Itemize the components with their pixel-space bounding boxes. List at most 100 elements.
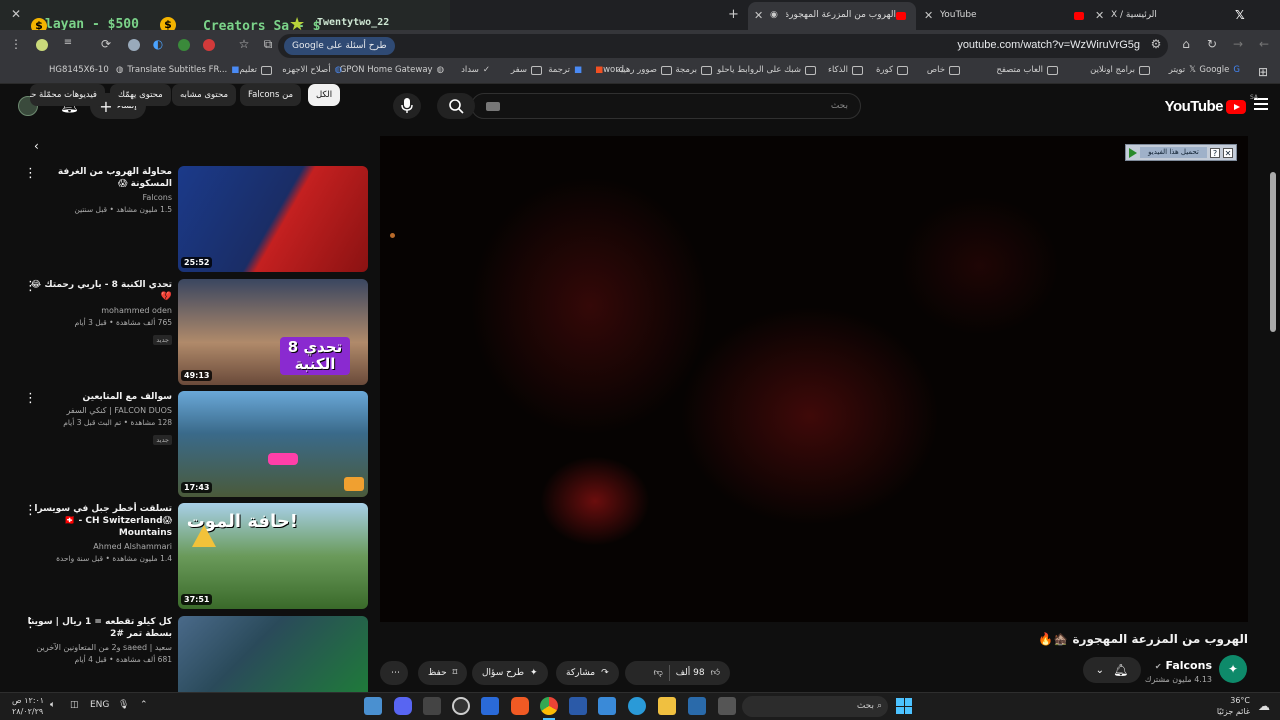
page-scrollbar[interactable] bbox=[1270, 172, 1276, 332]
clock[interactable]: ١٢:٠١ ص ٢٨/٠٢/٢٩ bbox=[12, 695, 44, 717]
dislike-icon[interactable]: 👎︎ bbox=[654, 668, 663, 678]
taskbar-search[interactable]: بحث ⌕ bbox=[742, 696, 888, 717]
bookmark-item[interactable]: سداد ✓ bbox=[461, 65, 490, 75]
more-vert-icon[interactable]: ⋮ bbox=[24, 280, 37, 293]
chip-for-you[interactable]: محتوى يهمّك bbox=[110, 84, 171, 106]
bookmark-item[interactable]: الذكاء bbox=[828, 65, 863, 75]
share-button[interactable]: ↷ مشاركة bbox=[556, 661, 619, 685]
chip-uploaded[interactable]: فيديوهات محمّلة حد bbox=[30, 84, 105, 106]
reload-icon[interactable]: ↻ bbox=[1204, 37, 1220, 51]
close-icon[interactable]: ✕ bbox=[754, 9, 763, 22]
chip-from-falcons[interactable]: من Falcons bbox=[240, 84, 302, 106]
ask-button[interactable]: ✦ طرح سؤال bbox=[472, 661, 548, 685]
bookmark-item[interactable]: GPON Home Gateway ◍ bbox=[340, 65, 444, 75]
chip-all[interactable]: الكل bbox=[308, 84, 341, 106]
like-icon[interactable]: 👍︎ bbox=[711, 668, 720, 678]
chevron-up-icon[interactable]: ⌃ bbox=[140, 700, 148, 710]
video-thumbnail[interactable] bbox=[178, 616, 368, 692]
new-tab-icon[interactable]: + bbox=[728, 7, 739, 22]
app-icon[interactable] bbox=[718, 697, 736, 715]
subscribed-button[interactable]: ⌄ 🔔︎ bbox=[1083, 657, 1141, 683]
forward-icon[interactable]: → bbox=[1230, 37, 1246, 51]
app-icon[interactable] bbox=[688, 697, 706, 715]
bookmark-item[interactable]: تعليم bbox=[239, 65, 272, 75]
video-channel[interactable]: Falcons bbox=[22, 193, 172, 202]
video-channel[interactable]: Ahmed Alshammari bbox=[22, 542, 172, 551]
voice-search-button[interactable] bbox=[393, 93, 421, 119]
bookmark-item[interactable]: ■ word bbox=[591, 65, 624, 75]
chip-similar[interactable]: محتوى مشابه bbox=[172, 84, 236, 106]
apps-icon[interactable]: ⊞ bbox=[1258, 65, 1268, 79]
extension-icon[interactable]: ⟳ bbox=[98, 37, 114, 51]
more-vert-icon[interactable]: ⋮ bbox=[24, 392, 37, 405]
url-text[interactable]: youtube.com/watch?v=WzWiruVrG5g bbox=[957, 39, 1140, 51]
video-title[interactable]: تسلقت أخطر جبل في سويسرا 😱🇨🇭 - CH Switze… bbox=[22, 503, 172, 539]
obs-icon[interactable] bbox=[452, 697, 470, 715]
bookmark-item[interactable]: شبك على الروابط ياحلو bbox=[717, 65, 816, 75]
store-icon[interactable] bbox=[598, 697, 616, 715]
bookmark-item[interactable]: HG8145X6-10 bbox=[49, 65, 109, 75]
mic-icon[interactable]: 🎙︎ bbox=[118, 700, 129, 710]
list-item[interactable]: حافة الموت! 37:51 تسلقت أخطر جبل في سويس… bbox=[0, 503, 370, 611]
outlook-icon[interactable] bbox=[481, 697, 499, 715]
close-overlay-icon[interactable]: ✕ bbox=[8, 7, 24, 21]
list-item[interactable]: تحدي 8 الكنبة 49:13 تحدي الكنبة 8 - يارب… bbox=[0, 279, 370, 387]
menu-dots-icon[interactable]: ⋮ bbox=[8, 37, 24, 51]
video-title[interactable]: محاولة الهروب من الغرفة المسكونة 😱 bbox=[22, 166, 172, 190]
start-button[interactable] bbox=[896, 698, 912, 714]
more-vert-icon[interactable]: ⋮ bbox=[24, 617, 37, 630]
bookmark-item[interactable]: أصلاح الاجهزه ◍ bbox=[282, 65, 342, 75]
video-thumbnail[interactable]: حافة الموت! 37:51 bbox=[178, 503, 368, 609]
bookmark-item[interactable]: صوور رهيبه bbox=[616, 65, 672, 75]
video-channel[interactable]: mohammed oden bbox=[22, 306, 172, 315]
bookmark-item[interactable]: تويتر 𝕏 bbox=[1169, 65, 1196, 75]
video-thumbnail[interactable]: 17:43 bbox=[178, 391, 368, 497]
google-ask-chip[interactable]: طرح أسئلة على Google bbox=[284, 37, 395, 55]
discord-icon[interactable] bbox=[394, 697, 412, 715]
word-icon[interactable] bbox=[569, 697, 587, 715]
youtube-logo[interactable]: YouTube SA bbox=[1165, 94, 1258, 115]
bookmark-item[interactable]: سفر bbox=[511, 65, 542, 75]
video-title[interactable]: تحدي الكنبة 8 - ياربي رحمتك 😂💔 bbox=[22, 279, 172, 303]
bookmark-star-icon[interactable]: ☆ bbox=[236, 37, 252, 51]
close-icon[interactable]: ✕ bbox=[924, 9, 933, 22]
site-settings-icon[interactable]: ⚙ bbox=[1148, 37, 1164, 51]
bookmark-item[interactable]: خاص bbox=[927, 65, 960, 75]
more-actions-button[interactable]: ⋯ bbox=[380, 661, 408, 685]
search-button[interactable] bbox=[437, 93, 475, 119]
xbox-icon[interactable] bbox=[423, 697, 441, 715]
close-icon[interactable]: ✕ bbox=[1095, 9, 1104, 22]
tab-youtube[interactable]: ✕ YouTube bbox=[918, 4, 1084, 28]
audio-icon[interactable]: ◉ bbox=[770, 10, 778, 20]
extension-icon[interactable]: ◐ bbox=[150, 37, 166, 51]
list-item[interactable]: 25:52 محاولة الهروب من الغرفة المسكونة 😱… bbox=[0, 166, 370, 274]
bookmark-item[interactable]: ◍ Translate Subtitles FR... ■ bbox=[116, 65, 239, 75]
bookmark-item[interactable]: ترجمة ■ bbox=[548, 65, 582, 75]
tab-x-home[interactable]: ✕ الرئيسية / X 𝕏 bbox=[1085, 4, 1257, 28]
help-icon[interactable]: ? bbox=[1210, 147, 1220, 158]
chevron-left-icon[interactable]: ‹ bbox=[34, 139, 39, 153]
video-thumbnail[interactable]: تحدي 8 الكنبة 49:13 bbox=[178, 279, 368, 385]
extension-icon[interactable] bbox=[178, 39, 190, 51]
extension-icon[interactable] bbox=[36, 39, 48, 51]
search-input[interactable]: بحث bbox=[471, 93, 861, 119]
tab-current-video[interactable]: ✕ ◉ الهروب من المزرعة المهجورة 🏚️ bbox=[748, 2, 916, 30]
keyboard-icon[interactable] bbox=[486, 102, 500, 111]
list-item[interactable]: 17:43 سوالف مع المتابعين FALCON DUOS | ك… bbox=[0, 391, 370, 499]
download-video-bar[interactable]: ✕ ? تحميل هذا الفيديو bbox=[1125, 144, 1237, 161]
more-vert-icon[interactable]: ⋮ bbox=[24, 504, 37, 517]
list-item[interactable]: كل كيلو تقطعه = 1 ريال | سوينا بسطة تمر … bbox=[0, 616, 370, 692]
chrome-icon[interactable] bbox=[540, 697, 558, 715]
volume-icon[interactable]: 🔈︎ bbox=[50, 700, 55, 710]
like-count[interactable]: 98 ألف bbox=[676, 668, 705, 678]
bookmark-item[interactable]: العاب متصفح bbox=[996, 65, 1058, 75]
close-icon[interactable]: ✕ bbox=[1223, 147, 1233, 158]
more-vert-icon[interactable]: ⋮ bbox=[24, 167, 37, 180]
bookmark-item[interactable]: برامج اونلاين bbox=[1090, 65, 1150, 75]
video-channel[interactable]: سعيد | saeed و2 من المتعاونين الآخرين bbox=[22, 643, 172, 652]
video-title[interactable]: سوالف مع المتابعين bbox=[22, 391, 172, 403]
video-channel[interactable]: FALCON DUOS | كنكي السفر bbox=[22, 406, 173, 415]
channel-name[interactable]: Falcons ✔ bbox=[1155, 659, 1212, 672]
download-label[interactable]: تحميل هذا الفيديو bbox=[1140, 147, 1207, 158]
weather-widget[interactable]: 36°C غائم جزئيًا bbox=[1217, 695, 1250, 717]
